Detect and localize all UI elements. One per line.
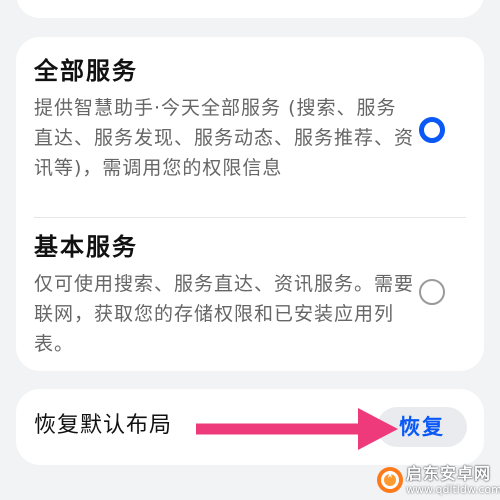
watermark-url: www.qdltldw.com <box>406 483 500 496</box>
watermark: 启东安卓网 www.qdltldw.com <box>376 464 500 498</box>
divider <box>34 217 466 218</box>
watermark-brand: 启东安卓网 <box>406 464 492 483</box>
option-description: 仅可使用搜索、服务直达、资讯服务。需要联网，获取您的存储权限和已安装应用列表。 <box>34 273 415 355</box>
previous-card <box>16 0 484 18</box>
restore-layout-card: 恢复默认布局 恢复 <box>16 389 484 465</box>
option-description: 提供智慧助手·今天全部服务 (搜索、服务直达、服务发现、服务动态、服务推荐、资讯… <box>34 97 415 179</box>
basic-services-radio[interactable] <box>419 279 445 305</box>
full-services-radio[interactable] <box>419 117 445 143</box>
restore-layout-label: 恢复默认布局 <box>34 413 173 438</box>
service-mode-card: 全部服务 提供智慧助手·今天全部服务 (搜索、服务直达、服务发现、服务动态、服务… <box>16 37 484 371</box>
option-title: 全部服务 <box>34 57 138 85</box>
watermark-logo-icon <box>377 467 403 493</box>
option-full-services[interactable]: 全部服务 提供智慧助手·今天全部服务 (搜索、服务直达、服务发现、服务动态、服务… <box>34 55 414 183</box>
settings-page: 全部服务 提供智慧助手·今天全部服务 (搜索、服务直达、服务发现、服务动态、服务… <box>0 0 500 500</box>
option-title: 基本服务 <box>34 233 138 261</box>
option-basic-services[interactable]: 基本服务 仅可使用搜索、服务直达、资讯服务。需要联网，获取您的存储权限和已安装应… <box>34 231 414 359</box>
restore-button[interactable]: 恢复 <box>377 407 467 447</box>
